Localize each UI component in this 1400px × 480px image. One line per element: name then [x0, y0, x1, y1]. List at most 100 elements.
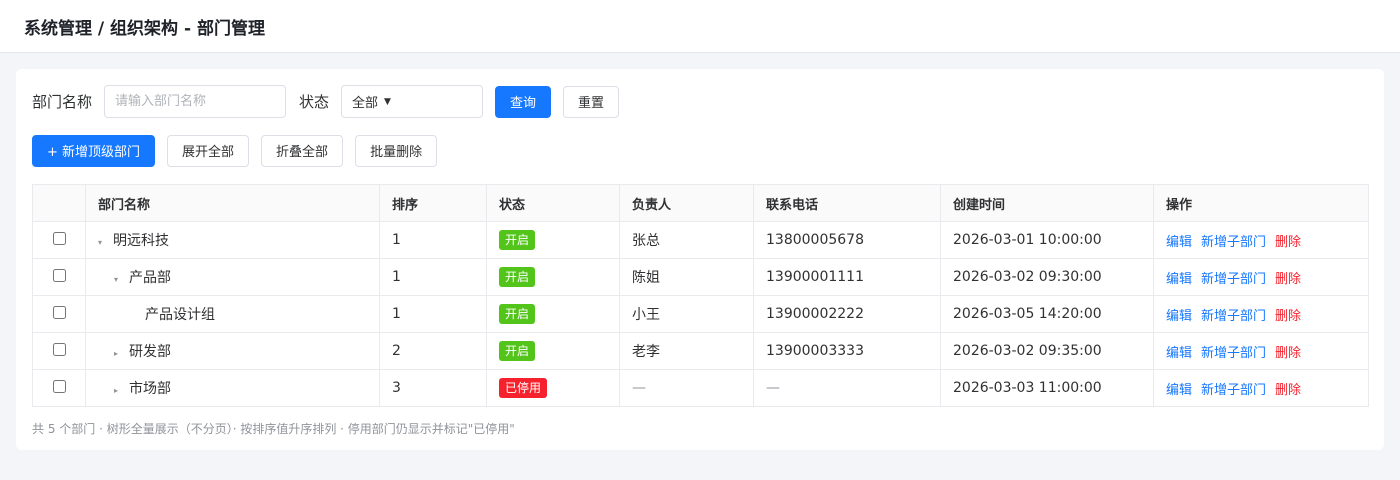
header-select-cell [32, 184, 86, 222]
created-cell: 2026-03-02 09:35:00 [940, 332, 1154, 370]
edit-link[interactable]: 编辑 [1166, 309, 1192, 324]
dept-table: 部门名称 排序 状态 负责人 联系电话 创建时间 操作 ▾ 明远科技 1 开启 张… [32, 184, 1369, 407]
actions-cell: 编辑 新增子部门 删除 [1153, 369, 1369, 407]
header-phone: 联系电话 [753, 184, 941, 222]
header-status: 状态 [486, 184, 620, 222]
row-select-cell [32, 369, 86, 407]
dept-name-cell: ▾ 产品部 [85, 258, 380, 296]
header-sort: 排序 [379, 184, 487, 222]
leader-cell: 小王 [619, 295, 754, 333]
caret-down-icon[interactable]: ▾ [98, 238, 110, 247]
row-checkbox[interactable] [52, 268, 66, 282]
dept-name: 研发部 [129, 344, 171, 360]
expand-all-button[interactable]: 展开全部 [167, 134, 250, 167]
created-cell: 2026-03-02 09:30:00 [940, 258, 1154, 296]
sort-cell: 3 [379, 369, 487, 407]
dept-name-input[interactable] [104, 85, 287, 118]
main-card: 部门名称 状态 全部 ▼ 查询 重置 + 新增顶级部门 展开全部 折叠全部 批量… [16, 69, 1384, 450]
edit-link[interactable]: 编辑 [1166, 235, 1192, 250]
status-cell: 开启 [486, 258, 620, 296]
leader-cell: 陈姐 [619, 258, 754, 296]
table-row: ▸ 市场部 3 已停用 — — 2026-03-03 11:00:00 编辑 新增子… [32, 369, 1369, 407]
edit-link[interactable]: 编辑 [1166, 272, 1192, 287]
batch-delete-button[interactable]: 批量删除 [355, 134, 438, 167]
table-row: ▾ 产品部 1 开启 陈姐 13900001111 2026-03-02 09:3… [32, 258, 1369, 296]
table-body: ▾ 明远科技 1 开启 张总 13800005678 2026-03-01 10:… [32, 221, 1369, 407]
edit-link[interactable]: 编辑 [1166, 383, 1192, 398]
header-created: 创建时间 [940, 184, 1154, 222]
edit-link[interactable]: 编辑 [1166, 346, 1192, 361]
table-footnote: 共 5 个部门 · 树形全量展示（不分页）· 按排序值升序排列 · 停用部门仍显… [32, 422, 515, 436]
delete-link[interactable]: 删除 [1275, 235, 1301, 250]
dept-name: 市场部 [129, 381, 171, 397]
phone-cell: 13800005678 [753, 221, 941, 259]
dept-name-cell: 产品设计组 [85, 295, 380, 333]
dept-name-label: 部门名称 [32, 93, 93, 111]
leader-cell: 张总 [619, 221, 754, 259]
actions-cell: 编辑 新增子部门 删除 [1153, 258, 1369, 296]
row-checkbox[interactable] [52, 231, 66, 245]
actions-cell: 编辑 新增子部门 删除 [1153, 332, 1369, 370]
caret-down-icon[interactable]: ▾ [114, 275, 126, 284]
created-cell: 2026-03-05 14:20:00 [940, 295, 1154, 333]
chevron-down-icon: ▼ [384, 96, 391, 107]
row-select-cell [32, 221, 86, 259]
table-row: ▸ 研发部 2 开启 老李 13900003333 2026-03-02 09:3… [32, 332, 1369, 370]
row-checkbox[interactable] [52, 342, 66, 356]
caret-right-icon[interactable]: ▸ [114, 386, 126, 395]
dept-name-cell: ▾ 明远科技 [85, 221, 380, 259]
row-checkbox[interactable] [52, 379, 66, 393]
sort-cell: 2 [379, 332, 487, 370]
sort-cell: 1 [379, 295, 487, 333]
status-cell: 已停用 [486, 369, 620, 407]
status-cell: 开启 [486, 332, 620, 370]
phone-cell: 13900002222 [753, 295, 941, 333]
table-header-row: 部门名称 排序 状态 负责人 联系电话 创建时间 操作 [32, 184, 1369, 222]
header-leader: 负责人 [619, 184, 754, 222]
add-child-link[interactable]: 新增子部门 [1201, 346, 1266, 361]
collapse-all-button[interactable]: 折叠全部 [261, 134, 344, 167]
sort-cell: 1 [379, 221, 487, 259]
row-select-cell [32, 258, 86, 296]
row-checkbox[interactable] [52, 305, 66, 319]
status-badge: 开启 [499, 304, 536, 324]
status-badge: 开启 [499, 341, 536, 361]
dept-name-cell: ▸ 市场部 [85, 369, 380, 407]
actions-cell: 编辑 新增子部门 删除 [1153, 295, 1369, 333]
query-button[interactable]: 查询 [495, 85, 552, 118]
delete-link[interactable]: 删除 [1275, 346, 1301, 361]
dept-name: 明远科技 [113, 233, 169, 249]
add-child-link[interactable]: 新增子部门 [1201, 272, 1266, 287]
toolbar: + 新增顶级部门 展开全部 折叠全部 批量删除 [32, 134, 1368, 167]
search-form: 部门名称 状态 全部 ▼ 查询 重置 [32, 85, 1368, 118]
status-cell: 开启 [486, 295, 620, 333]
caret-right-icon[interactable]: ▸ [114, 349, 126, 358]
phone-cell: 13900003333 [753, 332, 941, 370]
reset-button[interactable]: 重置 [563, 85, 620, 118]
header-actions: 操作 [1153, 184, 1369, 222]
page-title: 系统管理 / 组织架构 - 部门管理 [24, 18, 265, 39]
status-select-value: 全部 [352, 96, 379, 111]
add-child-link[interactable]: 新增子部门 [1201, 235, 1266, 250]
add-child-link[interactable]: 新增子部门 [1201, 383, 1266, 398]
dept-name-cell: ▸ 研发部 [85, 332, 380, 370]
status-badge: 开启 [499, 230, 536, 250]
row-select-cell [32, 295, 86, 333]
status-badge: 已停用 [499, 378, 548, 398]
table-row: 产品设计组 1 开启 小王 13900002222 2026-03-05 14:… [32, 295, 1369, 333]
phone-cell: — [753, 369, 941, 407]
sort-cell: 1 [379, 258, 487, 296]
page-header: 系统管理 / 组织架构 - 部门管理 [0, 0, 1400, 53]
delete-link[interactable]: 删除 [1275, 309, 1301, 324]
header-dept-name: 部门名称 [85, 184, 380, 222]
status-select[interactable]: 全部 ▼ [341, 85, 484, 118]
created-cell: 2026-03-03 11:00:00 [940, 369, 1154, 407]
delete-link[interactable]: 删除 [1275, 383, 1301, 398]
dept-name: 产品部 [129, 270, 171, 286]
add-child-link[interactable]: 新增子部门 [1201, 309, 1266, 324]
add-top-dept-button[interactable]: + 新增顶级部门 [32, 134, 156, 167]
delete-link[interactable]: 删除 [1275, 272, 1301, 287]
phone-cell: 13900001111 [753, 258, 941, 296]
dept-name: 产品设计组 [145, 307, 215, 323]
status-label: 状态 [299, 93, 330, 111]
